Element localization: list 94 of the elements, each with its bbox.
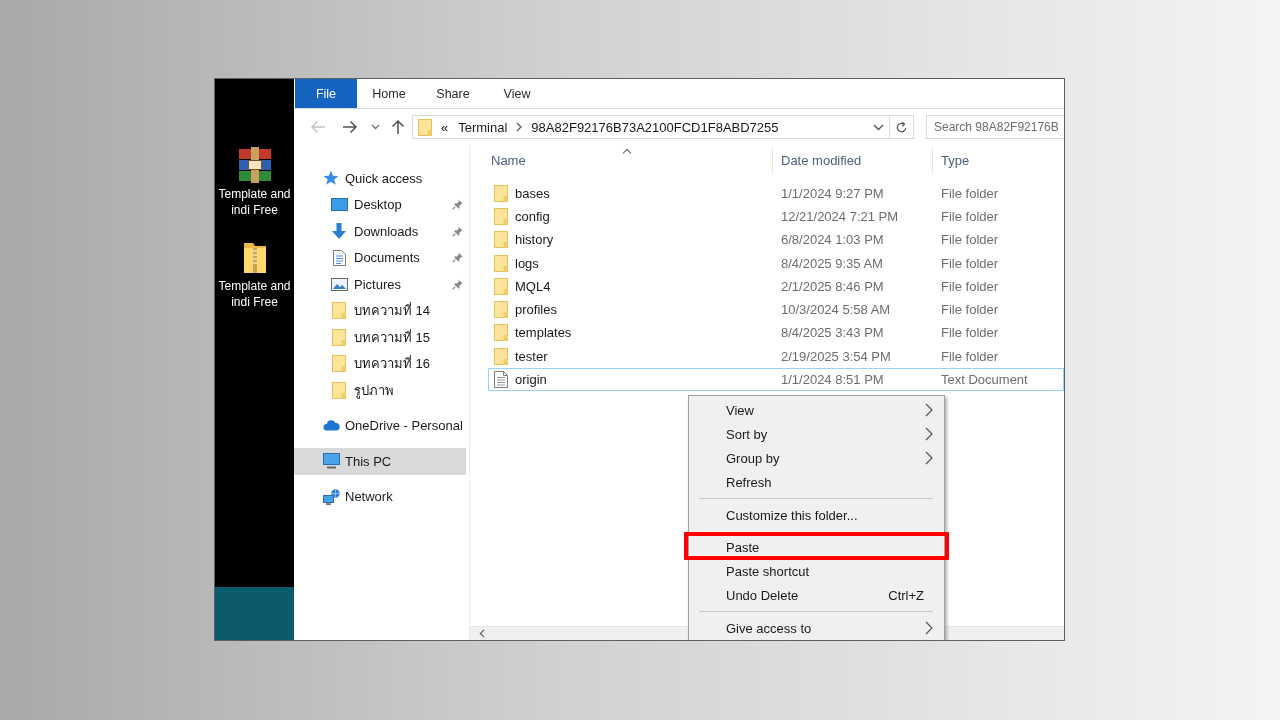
desktop-shortcut[interactable]: Template and indi Free <box>215 147 294 218</box>
file-name: profiles <box>515 302 557 318</box>
refresh-button[interactable] <box>890 115 914 139</box>
computer-icon <box>322 453 340 470</box>
nav-item[interactable]: Quick access <box>294 165 466 192</box>
shortcut-text: Ctrl+Z <box>888 587 924 603</box>
chevron-right-icon <box>516 122 523 132</box>
column-header[interactable]: Type <box>932 148 1064 173</box>
nav-item[interactable]: บทความที่ 14 <box>294 297 466 324</box>
folder-icon <box>494 207 508 225</box>
menu-item[interactable]: View <box>689 398 944 422</box>
nav-item[interactable]: Network <box>294 483 466 510</box>
file-type: File folder <box>941 325 999 341</box>
nav-item[interactable]: บทความที่ 16 <box>294 350 466 377</box>
date-modified: 8/4/2025 9:35 AM <box>781 255 883 271</box>
file-name: history <box>515 232 554 248</box>
menu-item[interactable]: Group by <box>689 446 944 470</box>
menu-item[interactable]: Undo Delete Ctrl+Z <box>689 583 944 607</box>
file-type: File folder <box>941 302 999 318</box>
folder-icon <box>494 231 508 249</box>
menu-item[interactable]: Sort by <box>689 422 944 446</box>
file-type: Text Document <box>941 372 1028 387</box>
date-modified: 12/21/2024 7:21 PM <box>781 208 899 224</box>
up-arrow-icon <box>391 119 405 135</box>
column-header[interactable]: Date modified <box>772 148 932 173</box>
breadcrumb[interactable]: Terminal <box>453 117 513 137</box>
folder-icon <box>332 302 346 320</box>
network-icon <box>322 488 340 505</box>
nav-item[interactable]: Documents <box>294 244 466 271</box>
text-file-icon <box>494 371 508 388</box>
cloud-icon <box>322 420 340 432</box>
folder-icon <box>494 277 508 295</box>
folder-icon <box>332 355 346 373</box>
folder-icon <box>332 328 346 346</box>
nav-item[interactable]: Downloads <box>294 218 466 245</box>
nav-item[interactable]: รูปภาพ <box>294 377 466 404</box>
folder-icon <box>494 184 508 202</box>
address-field[interactable]: « Terminal 98A82F92176B73A2100FCD1F8ABD7255 <box>412 115 890 139</box>
folder-icon <box>332 381 346 399</box>
nav-item[interactable]: OneDrive - Personal <box>294 412 466 439</box>
file-name: config <box>515 208 550 224</box>
forward-arrow-icon <box>342 120 358 134</box>
folder-icon <box>494 301 508 319</box>
date-modified: 6/8/2024 1:03 PM <box>781 232 884 248</box>
file-type: File folder <box>941 232 999 248</box>
menu-item[interactable]: Paste <box>689 535 944 559</box>
menu-item[interactable]: Customize this folder... <box>689 503 944 527</box>
nav-item[interactable]: บทความที่ 15 <box>294 324 466 351</box>
file-name: origin <box>515 372 547 387</box>
file-name: templates <box>515 325 572 341</box>
file-name: logs <box>515 255 539 271</box>
chevron-left-icon <box>478 629 485 638</box>
chevron-down-icon <box>370 124 380 130</box>
file-name: tester <box>515 348 548 364</box>
file-type: File folder <box>941 208 999 224</box>
column-header[interactable]: Name <box>481 148 772 173</box>
folder-icon <box>494 347 508 365</box>
file-name: MQL4 <box>515 278 551 294</box>
folder-icon <box>494 254 508 272</box>
search-field[interactable]: Search 98A82F92176B <box>926 115 1064 139</box>
date-modified: 10/3/2024 5:58 AM <box>781 302 891 318</box>
nav-item[interactable]: Pictures <box>294 271 466 298</box>
file-type: File folder <box>941 278 999 294</box>
file-type: File folder <box>941 348 999 364</box>
menu-item[interactable]: Refresh <box>689 470 944 494</box>
folder-icon <box>494 324 508 342</box>
picture-icon <box>330 277 348 291</box>
download-arrow-icon <box>331 222 347 240</box>
date-modified: 2/19/2025 3:54 PM <box>781 348 891 364</box>
folder-icon <box>418 118 432 136</box>
menu-item[interactable]: Give access to <box>689 616 944 640</box>
focused-file-row[interactable]: origin 1/1/2024 8:51 PM Text Document <box>488 367 1064 392</box>
zip-folder-icon <box>242 242 267 274</box>
back-arrow-icon <box>310 120 326 134</box>
refresh-icon <box>895 120 908 134</box>
nav-item[interactable]: This PC <box>294 448 466 475</box>
file-type: File folder <box>941 255 999 271</box>
menu-item[interactable]: Paste shortcut <box>689 559 944 583</box>
date-modified: 1/1/2024 9:27 PM <box>781 185 884 201</box>
file-menu-button[interactable]: File <box>295 79 357 108</box>
date-modified: 1/1/2024 8:51 PM <box>781 372 884 387</box>
desktop-shortcut[interactable]: Template and indi Free <box>215 218 294 310</box>
date-modified: 8/4/2025 3:43 PM <box>781 325 884 341</box>
document-icon <box>332 249 346 266</box>
book-stack-icon <box>236 147 273 183</box>
breadcrumb[interactable]: 98A82F92176B73A2100FCD1F8ABD7255 <box>526 117 784 137</box>
file-type: File folder <box>941 185 999 201</box>
chevron-down-icon[interactable] <box>873 123 884 131</box>
overflow-breadcrumb[interactable]: « <box>436 117 454 137</box>
desktop-icon <box>330 198 348 212</box>
star-icon <box>323 170 339 187</box>
file-name: bases <box>515 185 550 201</box>
date-modified: 2/1/2025 8:46 PM <box>781 278 884 294</box>
nav-item[interactable]: Desktop <box>294 191 466 218</box>
